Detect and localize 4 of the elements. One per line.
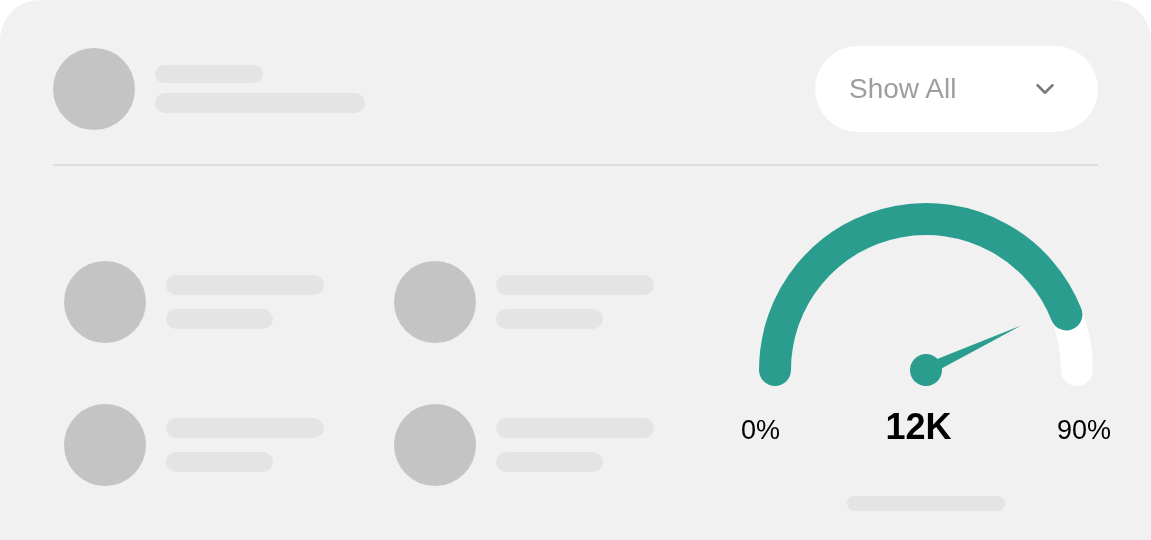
gauge-min-label: 0%	[741, 414, 781, 447]
gauge-max-label: 90%	[1056, 414, 1111, 447]
gauge-value: 12K	[885, 405, 952, 449]
show-all-dropdown[interactable]: Show All	[815, 46, 1098, 132]
